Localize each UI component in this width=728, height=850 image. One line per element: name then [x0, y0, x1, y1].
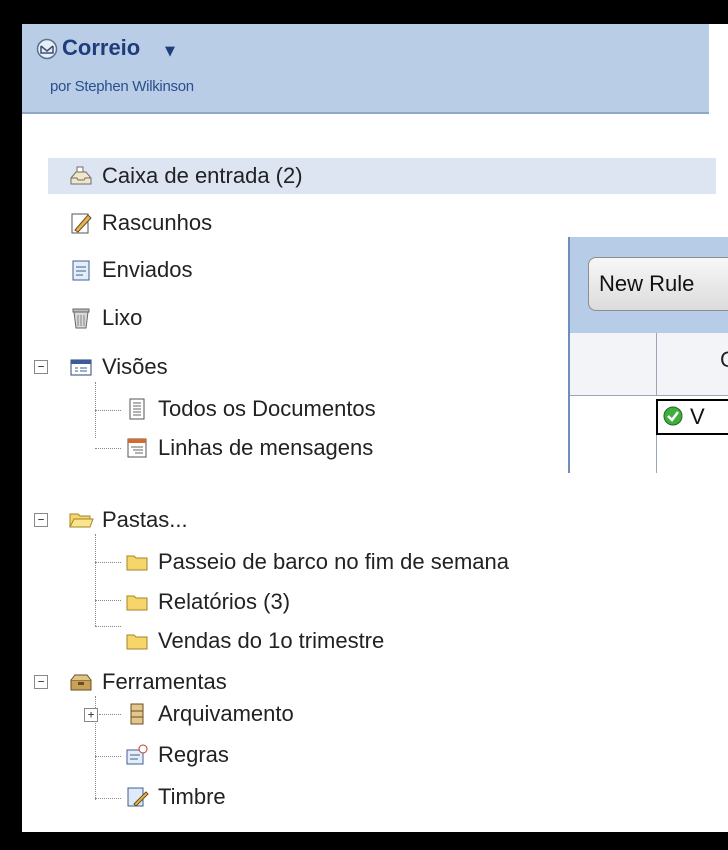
collapse-folders-toggle[interactable]: −	[34, 513, 48, 527]
tree-item-label: Regras	[158, 742, 229, 767]
all-documents-icon	[129, 398, 145, 420]
tree-item-folder-reports[interactable]: Relatórios (3)	[124, 584, 290, 620]
tree-item-folder-q1-sales[interactable]: Vendas do 1o trimestre	[124, 623, 384, 659]
tree-item-label: Relatórios (3)	[158, 589, 291, 614]
new-rule-button[interactable]: New Rule	[588, 257, 728, 311]
new-rule-label: New Rule	[599, 271, 695, 296]
letterhead-icon	[127, 787, 149, 807]
rules-window: New Rule C V	[568, 237, 728, 473]
rules-toolbar: New Rule	[570, 237, 728, 333]
tree-item-label: Vendas do 1o trimestre	[158, 628, 385, 653]
tree-item-label: Visões	[102, 354, 168, 379]
tree-item-label: Todos os Documentos	[158, 396, 376, 421]
tree-item-label: Linhas de mensagens	[158, 435, 374, 460]
tree-item-label: Rascunhos	[102, 210, 213, 235]
tree-item-folder-boat-trip[interactable]: Passeio de barco no fim de semana	[124, 544, 509, 580]
tree-item-all-documents[interactable]: Todos os Documentos	[124, 391, 376, 427]
tree-item-label: Pastas...	[102, 507, 188, 532]
inbox-tray-icon	[70, 166, 92, 185]
views-window-icon	[70, 359, 92, 376]
folder-icon	[126, 595, 148, 611]
rule-name-cell: V	[690, 404, 705, 429]
app-header: Correio ▼ por Stephen Wilkinson	[22, 24, 709, 114]
sent-document-icon	[72, 260, 90, 281]
folder-icon	[126, 555, 148, 571]
tree-item-label: Caixa de entrada (2)	[102, 163, 303, 188]
tree-item-sent[interactable]: Enviados	[68, 252, 193, 288]
tree-connector	[95, 756, 121, 757]
rules-grid-row[interactable]: V	[656, 399, 728, 435]
tree-connector	[95, 798, 121, 799]
enabled-check-icon[interactable]	[662, 405, 684, 427]
app-title[interactable]: Correio	[62, 35, 140, 61]
column-header[interactable]: C	[720, 347, 728, 373]
message-threads-icon	[127, 438, 147, 458]
tree-connector	[95, 562, 121, 563]
tree-item-label: Arquivamento	[158, 701, 294, 726]
column-divider	[656, 435, 657, 473]
tree-item-tools[interactable]: Ferramentas	[68, 664, 227, 700]
rules-icon	[126, 744, 148, 765]
column-divider[interactable]	[656, 333, 657, 395]
tree-connector	[95, 534, 96, 626]
tree-item-drafts[interactable]: Rascunhos	[68, 205, 212, 241]
tree-item-label: Ferramentas	[102, 669, 227, 694]
trash-can-icon	[72, 308, 90, 329]
toolbox-icon	[70, 674, 92, 691]
rules-grid-header: C	[570, 333, 728, 396]
tree-item-archive[interactable]: Arquivamento	[124, 696, 294, 732]
collapse-tools-toggle[interactable]: −	[34, 675, 48, 689]
tree-item-label: Enviados	[102, 257, 193, 282]
tree-connector	[99, 714, 121, 715]
tree-item-message-threads[interactable]: Linhas de mensagens	[124, 430, 373, 466]
tree-item-label: Passeio de barco no fim de semana	[158, 549, 509, 574]
drafts-pencil-icon	[71, 213, 92, 234]
tree-item-folders[interactable]: Pastas...	[68, 502, 188, 538]
tree-item-label: Lixo	[102, 305, 143, 330]
tree-connector	[95, 410, 121, 411]
tree-item-trash[interactable]: Lixo	[68, 300, 142, 336]
tree-item-rules[interactable]: Regras	[124, 737, 229, 773]
expand-archive-toggle[interactable]: +	[84, 708, 98, 722]
tree-connector	[95, 448, 121, 449]
app-subtitle: por Stephen Wilkinson	[50, 78, 194, 95]
collapse-views-toggle[interactable]: −	[34, 360, 48, 374]
folder-open-icon	[69, 513, 94, 528]
tree-item-letterhead[interactable]: Timbre	[124, 779, 226, 815]
tree-item-inbox[interactable]: Caixa de entrada (2)	[48, 158, 716, 194]
archive-cabinet-icon	[130, 703, 144, 725]
chevron-down-icon[interactable]: ▼	[165, 44, 175, 59]
tree-item-label: Timbre	[158, 784, 226, 809]
tree-connector	[95, 600, 121, 601]
mail-icon	[36, 38, 58, 60]
tree-connector	[95, 626, 121, 627]
folder-icon	[126, 634, 148, 650]
tree-item-views[interactable]: Visões	[68, 349, 168, 385]
